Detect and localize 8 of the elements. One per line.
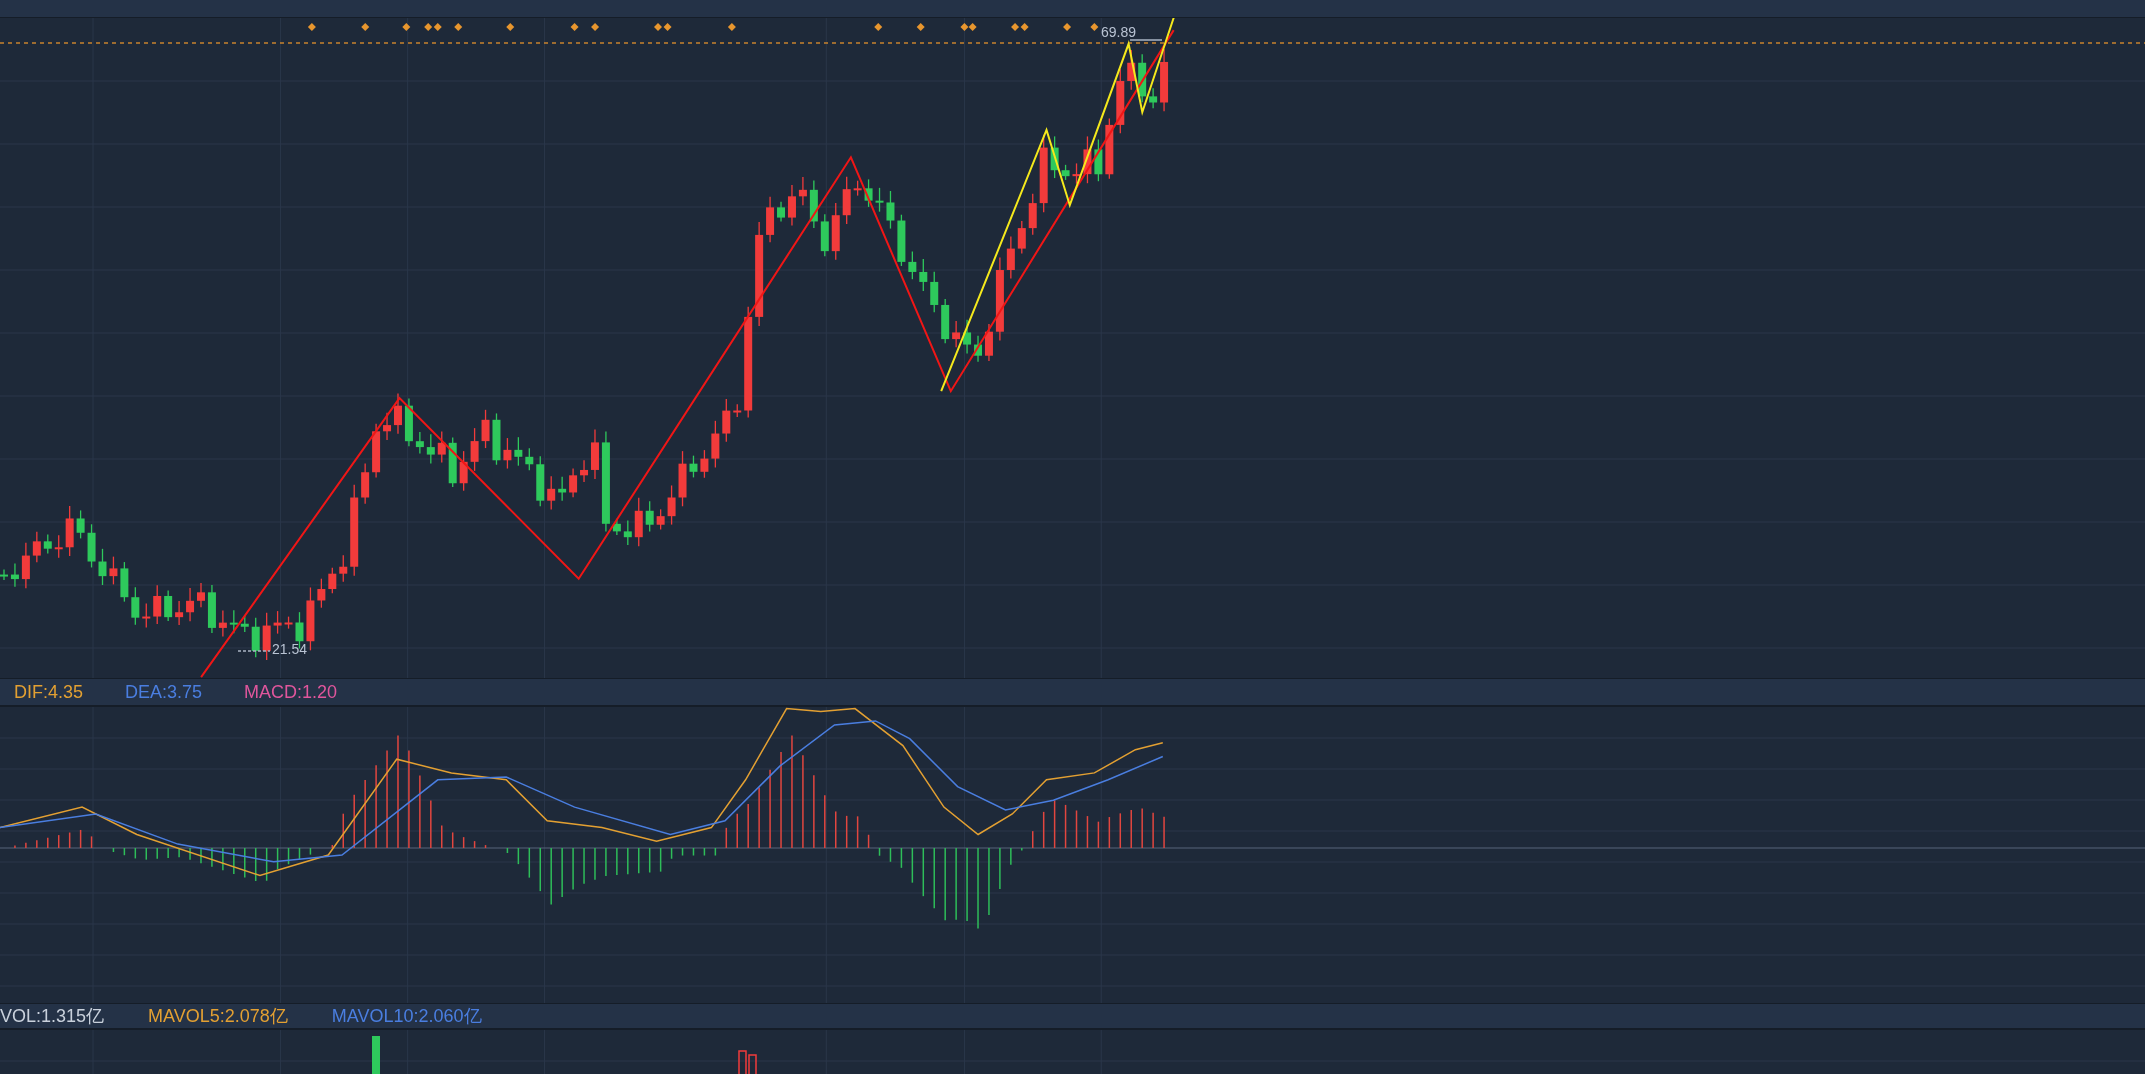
high-price-label: 69.89 <box>1101 24 1137 40</box>
macd-legend-label: MACD:1.20 <box>244 680 338 704</box>
low-price-label: 21.54 <box>272 641 308 657</box>
mavol10-legend-label: MAVOL10:2.060亿 <box>331 1004 482 1028</box>
vol-legend-label: VOL:1.315亿 <box>0 1004 105 1028</box>
mavol5-legend-label: MAVOL5:2.078亿 <box>148 1004 288 1028</box>
dea-legend-label: DEA:3.75 <box>125 680 203 704</box>
dif-legend-label: DIF:4.35 <box>14 680 84 704</box>
